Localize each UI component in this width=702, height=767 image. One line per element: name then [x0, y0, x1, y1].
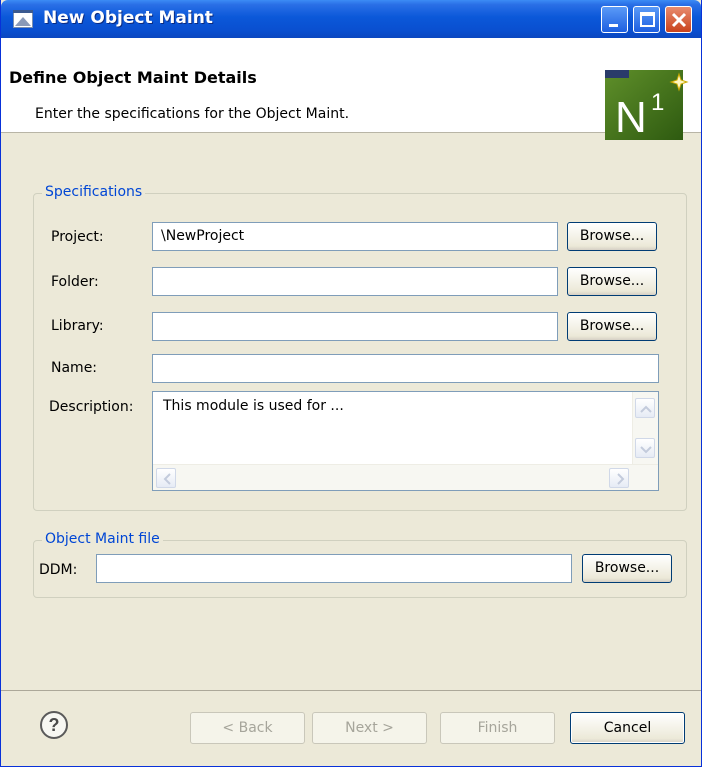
title-bar[interactable]: New Object Maint [1, 0, 701, 38]
close-button[interactable] [665, 6, 692, 33]
window-title: New Object Maint [43, 8, 213, 28]
close-icon [671, 12, 687, 28]
scroll-down-button[interactable] [635, 438, 655, 458]
svg-text:?: ? [49, 715, 60, 735]
library-field[interactable] [152, 312, 558, 341]
natural-logo: N 1 [605, 70, 689, 140]
cancel-button[interactable]: Cancel [570, 712, 685, 744]
horizontal-scrollbar[interactable] [153, 464, 658, 490]
scroll-up-icon [640, 405, 652, 413]
vertical-scrollbar[interactable] [632, 392, 658, 464]
finish-button[interactable]: Finish [440, 712, 555, 744]
project-browse-button[interactable]: Browse... [567, 222, 657, 251]
ddm-label: DDM: [39, 562, 78, 578]
next-button[interactable]: Next > [312, 712, 427, 744]
scroll-right-button[interactable] [609, 468, 629, 488]
scroll-left-icon [163, 473, 171, 485]
app-icon [13, 10, 33, 28]
maximize-button[interactable] [633, 6, 660, 33]
scroll-right-icon [617, 473, 625, 485]
description-text: This module is used for ... [163, 398, 344, 414]
scroll-up-button[interactable] [635, 398, 655, 418]
ddm-field[interactable] [96, 554, 572, 583]
library-browse-button[interactable]: Browse... [567, 312, 657, 341]
page-title: Define Object Maint Details [9, 68, 257, 87]
logo-superscript: 1 [651, 89, 664, 116]
scroll-left-button[interactable] [156, 468, 176, 488]
footer-separator [1, 690, 701, 691]
description-label: Description: [49, 399, 134, 415]
help-icon[interactable]: ? [39, 710, 69, 740]
object-maint-file-label: Object Maint file [42, 531, 163, 547]
ddm-browse-button[interactable]: Browse... [582, 554, 672, 583]
dialog-window: New Object Maint Define Object Maint Det… [0, 0, 702, 767]
specifications-label: Specifications [42, 184, 146, 200]
folder-field[interactable] [152, 267, 558, 296]
folder-browse-button[interactable]: Browse... [567, 267, 657, 296]
name-field[interactable] [152, 354, 659, 383]
library-label: Library: [51, 318, 104, 334]
description-textarea[interactable]: This module is used for ... [152, 391, 659, 491]
name-label: Name: [51, 360, 98, 376]
project-field[interactable]: \NewProject [152, 222, 558, 251]
logo-letter: N [615, 93, 647, 140]
minimize-icon [609, 24, 618, 27]
project-label: Project: [51, 229, 104, 245]
maximize-icon [640, 12, 655, 27]
back-button[interactable]: < Back [190, 712, 305, 744]
minimize-button[interactable] [601, 6, 628, 33]
folder-label: Folder: [51, 274, 99, 290]
scroll-down-icon [640, 446, 652, 454]
page-description: Enter the specifications for the Object … [35, 106, 350, 122]
wizard-header: Define Object Maint Details Enter the sp… [1, 38, 701, 140]
